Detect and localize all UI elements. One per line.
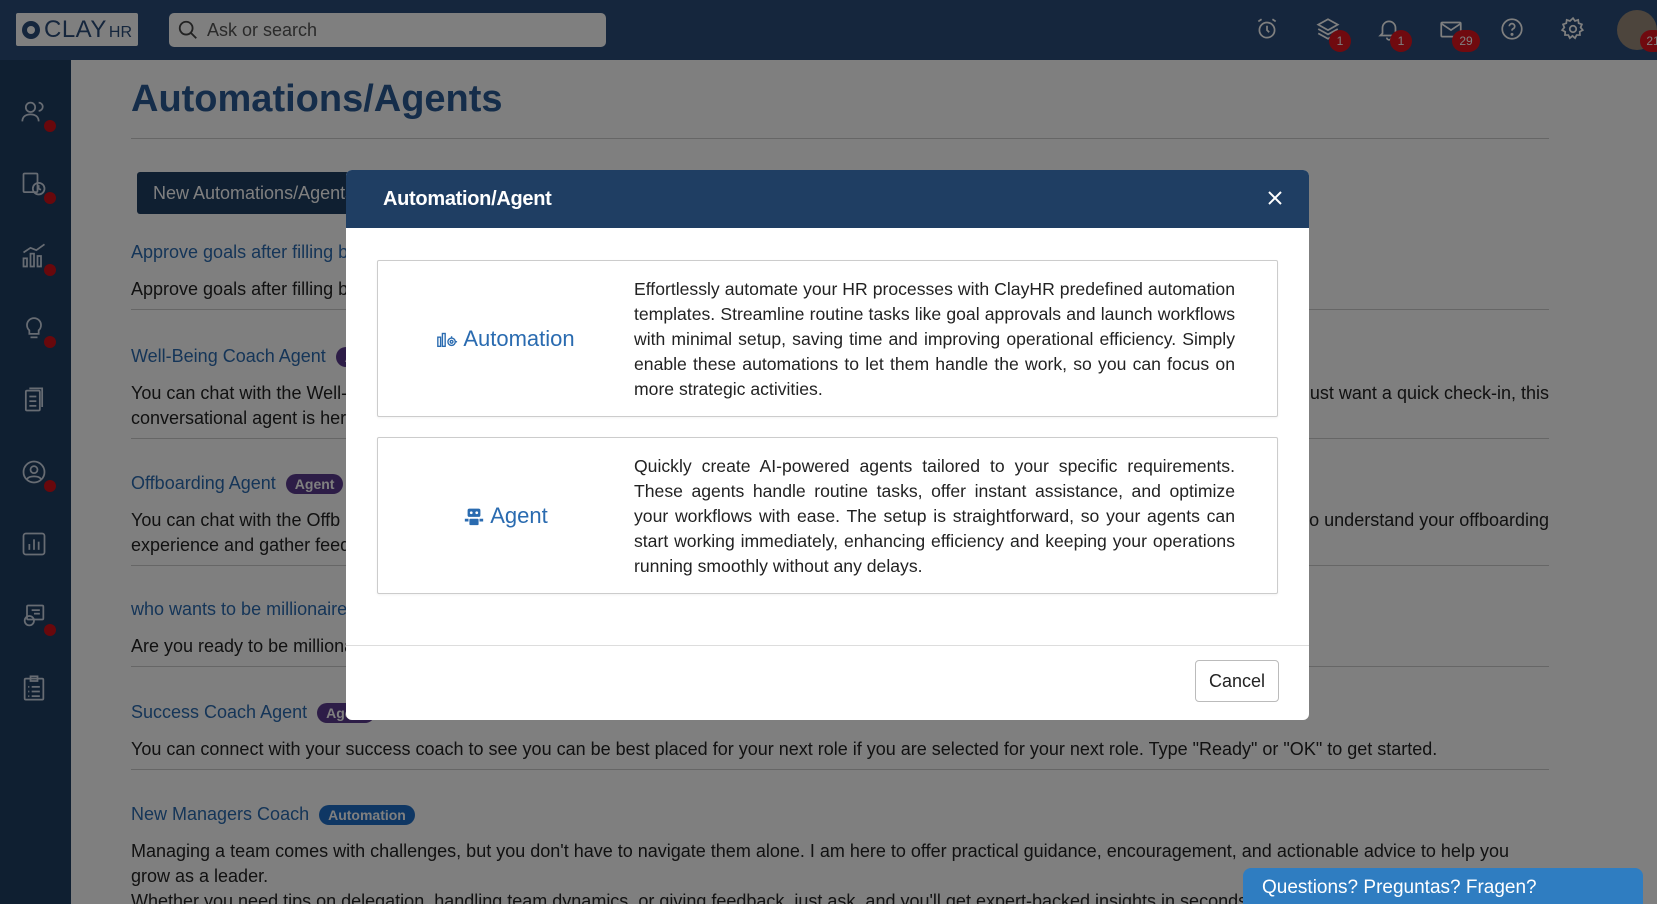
automation-option-label: Automation [378, 261, 633, 416]
cancel-button[interactable]: Cancel [1195, 660, 1279, 702]
robot-agent-icon [465, 508, 484, 525]
automation-option[interactable]: Automation Effortlessly automate your HR… [377, 260, 1278, 417]
close-icon [1268, 191, 1282, 205]
close-button[interactable] [1263, 186, 1287, 210]
automation-icon [437, 332, 458, 347]
chat-widget[interactable]: Questions? Preguntas? Fragen? [1243, 868, 1643, 904]
dialog-header: Automation/Agent [346, 170, 1309, 228]
automation-label-text: Automation [463, 325, 575, 351]
agent-description: Quickly create AI-powered agents tailore… [634, 456, 1235, 576]
agent-label-text: Agent [490, 502, 548, 528]
divider [346, 645, 1309, 646]
agent-option-label: Agent [378, 438, 633, 593]
automation-agent-dialog: Automation/Agent Automation Effortlessly… [346, 170, 1309, 720]
automation-description: Effortlessly automate your HR processes … [634, 279, 1235, 399]
agent-option[interactable]: Agent Quickly create AI-powered agents t… [377, 437, 1278, 594]
dialog-title: Automation/Agent [383, 187, 552, 210]
